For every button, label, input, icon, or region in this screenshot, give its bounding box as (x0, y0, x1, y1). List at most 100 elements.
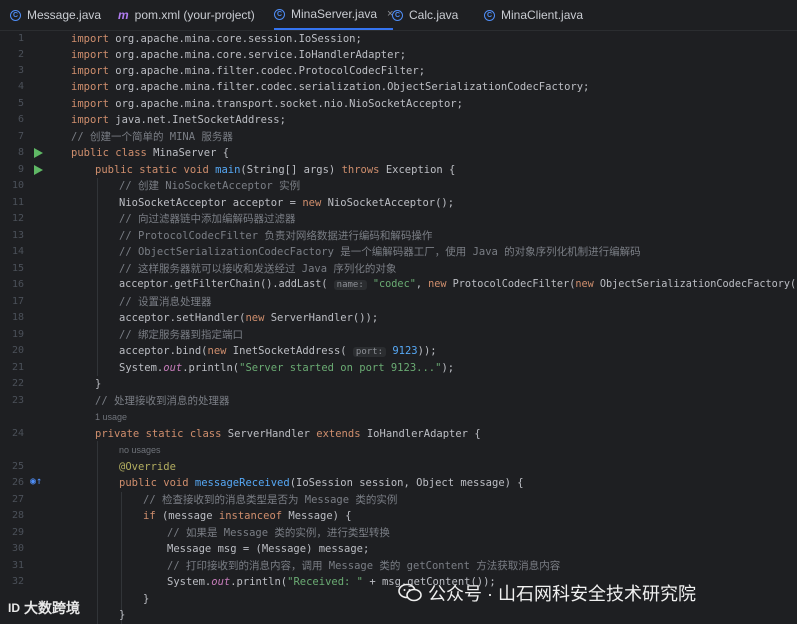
line-number: 11 (11, 197, 24, 208)
tab-minaserver-java[interactable]: C MinaServer.java × (274, 0, 394, 30)
keyword: if (143, 510, 156, 522)
code-comment: // 创建一个简单的 MINA 服务器 (71, 131, 233, 143)
usage-hint[interactable]: no usages (119, 442, 161, 458)
line-number: 23 (11, 395, 24, 406)
code-text: org.apache.mina.filter.codec.ProtocolCod… (108, 65, 426, 77)
watermark-right-text: 公众号 · 山石网科安全技术研究院 (428, 584, 696, 604)
line-number: 9 (17, 164, 24, 175)
code-text: , (415, 279, 429, 290)
code-text: java.net.InetSocketAddress; (108, 114, 286, 126)
code-line: public static void main(String[] args) t… (95, 162, 455, 178)
code-text: ObjectSerializationCodecFactory())); (599, 279, 797, 290)
keyword: new (428, 279, 447, 290)
code-text: org.apache.mina.core.service.IoHandlerAd… (108, 49, 407, 61)
code-text: ProtocolCodecFilter( (446, 279, 576, 290)
code-text: org.apache.mina.transport.socket.nio.Nio… (108, 98, 463, 110)
code-text: acceptor.setHandler( (119, 312, 246, 324)
class-icon: C (274, 8, 285, 20)
keyword: new (245, 312, 265, 324)
run-main-icon[interactable] (34, 165, 43, 175)
code-line: acceptor.setHandler(new ServerHandler())… (119, 310, 378, 326)
code-text: org.apache.mina.core.session.IoSession; (108, 33, 362, 45)
keyword: extends (316, 428, 361, 440)
brand-logo-icon: ID (8, 601, 20, 615)
annotation: @Override (119, 461, 176, 473)
line-number: 32 (11, 576, 24, 587)
code-comment: // 如果是 Message 类的实例，进行类型转换 (167, 527, 390, 539)
line-number: 27 (11, 494, 24, 505)
keyword: throws (341, 164, 380, 176)
tab-message-java[interactable]: C Message.java (10, 0, 101, 30)
code-comment: // 处理接收到消息的处理器 (95, 395, 230, 407)
code-text: NioSocketAcceptor(); (321, 197, 455, 209)
watermark-right: 公众号 · 山石网科安全技术研究院 (398, 580, 696, 606)
code-line: import org.apache.mina.filter.codec.Prot… (71, 63, 425, 79)
line-number: 5 (17, 98, 24, 109)
maven-icon: m (118, 8, 129, 22)
code-line: import org.apache.mina.filter.codec.seri… (71, 79, 589, 95)
code-line: public void messageReceived(IoSession se… (119, 475, 524, 491)
line-number: 21 (11, 362, 24, 373)
code-line: import org.apache.mina.core.session.IoSe… (71, 31, 362, 47)
code-line: } (119, 609, 126, 621)
code-text: (String[] args) (240, 164, 342, 176)
code-comment: // 这样服务器就可以接收和发送经过 Java 序列化的对象 (119, 263, 397, 275)
code-editor[interactable]: 1 2 3 4 5 6 7 8 9 10 11 12 13 14 15 16 1… (0, 31, 797, 624)
code-text: acceptor.bind( (119, 345, 208, 357)
line-number: 19 (11, 329, 24, 340)
code-text: acceptor.getFilterChain().addLast( (119, 279, 334, 290)
code-text: (message (155, 510, 219, 522)
static-field: out (211, 576, 231, 588)
string-literal: "codec" (366, 279, 416, 290)
code-text: Exception { (379, 164, 456, 176)
code-line: } (143, 593, 150, 605)
line-number: 4 (17, 81, 24, 92)
code-line: public class MinaServer { (71, 145, 229, 161)
code-comment: // 打印接收到的消息内容，调用 Message 类的 getContent 方… (167, 560, 561, 572)
code-text: NioSocketAcceptor acceptor = (119, 197, 303, 209)
line-number: 25 (11, 461, 24, 472)
line-number: 7 (17, 131, 24, 142)
keyword: public void (119, 477, 189, 489)
line-number: 24 (11, 428, 24, 439)
code-line: acceptor.bind(new InetSocketAddress( por… (119, 343, 437, 359)
code-comment: // 创建 NioSocketAcceptor 实例 (119, 180, 301, 192)
editor-tab-bar: C Message.java m pom.xml (your-project) … (0, 0, 797, 31)
override-icon[interactable]: ◉↑ (30, 476, 42, 487)
code-comment: // ObjectSerializationCodecFactory 是一个编解… (119, 246, 641, 258)
tab-pom-xml[interactable]: m pom.xml (your-project) (118, 0, 255, 30)
tab-label: MinaServer.java (291, 7, 378, 21)
usage-hint[interactable]: 1 usage (95, 409, 127, 425)
code-line: NioSocketAcceptor acceptor = new NioSock… (119, 195, 454, 211)
line-number: 18 (11, 312, 24, 323)
method-name: messageReceived (188, 477, 290, 489)
keyword: import (71, 65, 109, 77)
keyword: instanceof (218, 510, 283, 522)
line-number: 13 (11, 230, 24, 241)
code-comment: // ProtocolCodecFilter 负责对网络数据进行编码和解码操作 (119, 230, 433, 242)
static-field: out (163, 362, 183, 374)
tab-minaclient-java[interactable]: C MinaClient.java (484, 0, 583, 30)
code-text: System. (119, 362, 164, 374)
keyword: import (71, 33, 109, 45)
run-class-icon[interactable] (34, 148, 43, 158)
tab-calc-java[interactable]: C Calc.java (392, 0, 458, 30)
code-text: Message) { (282, 510, 352, 522)
class-icon: C (392, 9, 403, 21)
tab-label: pom.xml (your-project) (134, 8, 255, 22)
code-text: IoHandlerAdapter { (360, 428, 481, 440)
code-text: .println( (182, 362, 240, 374)
parameter-hint: port: (352, 347, 387, 357)
code-text: org.apache.mina.filter.codec.serializati… (108, 81, 590, 93)
wechat-icon (398, 583, 422, 602)
class-icon: C (484, 9, 495, 21)
class-icon: C (10, 9, 21, 21)
string-literal: "Received: " (287, 576, 363, 588)
code-text: InetSocketAddress( (226, 345, 353, 357)
keyword: import (71, 98, 109, 110)
keyword: import (71, 81, 109, 93)
code-text: ServerHandler (221, 428, 317, 440)
code-text: )); (417, 345, 437, 357)
indent-guide (121, 492, 122, 624)
watermark-left-text: 大数跨境 (24, 600, 80, 616)
